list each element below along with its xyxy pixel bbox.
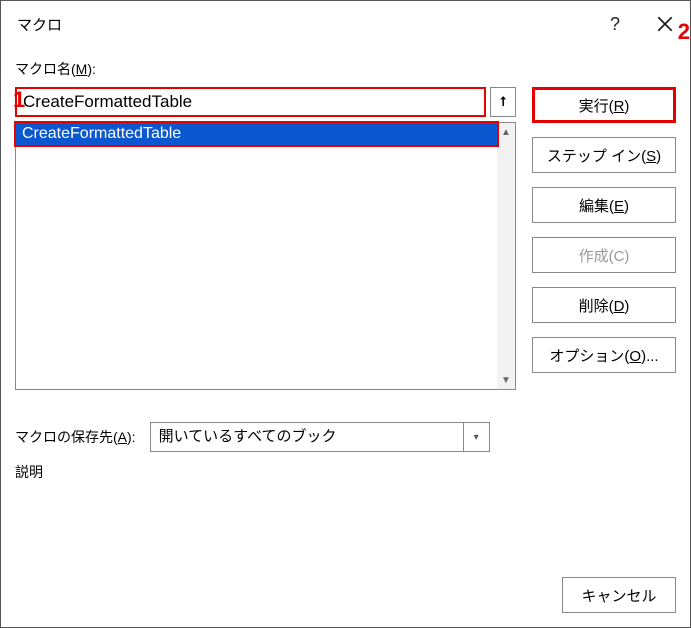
macro-listbox[interactable]: CreateFormattedTable (16, 123, 497, 389)
button-label: ) (624, 198, 629, 215)
button-label: ) (656, 148, 661, 165)
scroll-up-icon[interactable]: ▲ (497, 123, 515, 141)
label-text: ): (127, 429, 136, 445)
storage-select[interactable]: 開いているすべてのブック ▾ (150, 422, 490, 452)
up-arrow-icon: ⭡ (500, 94, 506, 110)
button-label: ステップ イン( (547, 148, 646, 165)
cancel-button[interactable]: キャンセル (562, 577, 676, 613)
dialog-title: マクロ (17, 14, 590, 35)
button-label: )... (641, 348, 659, 365)
accelerator-key: S (646, 148, 656, 165)
close-icon (656, 15, 674, 33)
button-label: 削除( (579, 298, 614, 315)
delete-button[interactable]: 削除(D) (532, 287, 676, 323)
accelerator-key: E (614, 198, 624, 215)
scroll-track[interactable] (497, 141, 515, 371)
list-item[interactable]: CreateFormattedTable (16, 123, 497, 145)
options-button[interactable]: オプション(O)... (532, 337, 676, 373)
label-text: マクロ名( (15, 61, 76, 77)
label-text: マクロの保存先( (15, 429, 118, 445)
macro-name-label: マクロ名(M): (15, 59, 676, 79)
accelerator-key: R (614, 98, 625, 115)
close-button[interactable] (640, 1, 690, 47)
accelerator-key: O (629, 348, 641, 365)
storage-label: マクロの保存先(A): (15, 427, 136, 447)
accelerator-key: A (118, 429, 127, 445)
step-in-button[interactable]: ステップ イン(S) (532, 137, 676, 173)
button-label: ) (624, 298, 629, 315)
dialog-footer: キャンセル (1, 577, 690, 627)
dialog-content: マクロ名(M): 1 ⭡ CreateFormattedTable ▲ (1, 47, 690, 577)
edit-button[interactable]: 編集(E) (532, 187, 676, 223)
macro-dialog: マクロ ? マクロ名(M): 1 ⭡ CreateFormattedTable (0, 0, 691, 628)
scroll-down-icon[interactable]: ▼ (497, 371, 515, 389)
titlebar: マクロ ? (1, 1, 690, 47)
macro-name-input[interactable] (15, 87, 486, 117)
button-label: 作成( (579, 248, 614, 265)
run-button[interactable]: 実行(R) (532, 87, 676, 123)
label-text: ): (87, 61, 96, 77)
button-label: ) (624, 248, 629, 265)
collapse-dialog-button[interactable]: ⭡ (490, 87, 516, 117)
button-label: 実行( (579, 98, 614, 115)
scrollbar[interactable]: ▲ ▼ (497, 123, 515, 389)
button-label: ) (624, 98, 629, 115)
description-label: 説明 (15, 462, 676, 482)
macro-listbox-container: CreateFormattedTable ▲ ▼ (15, 122, 516, 390)
button-label: 編集( (579, 198, 614, 215)
storage-select-value: 開いているすべてのブック (151, 423, 463, 451)
help-button[interactable]: ? (590, 1, 640, 47)
chevron-down-icon: ▾ (463, 423, 489, 451)
button-label: オプション( (549, 348, 629, 365)
create-button: 作成(C) (532, 237, 676, 273)
accelerator-key: M (76, 61, 88, 77)
accelerator-key: C (614, 248, 625, 265)
accelerator-key: D (614, 298, 625, 315)
